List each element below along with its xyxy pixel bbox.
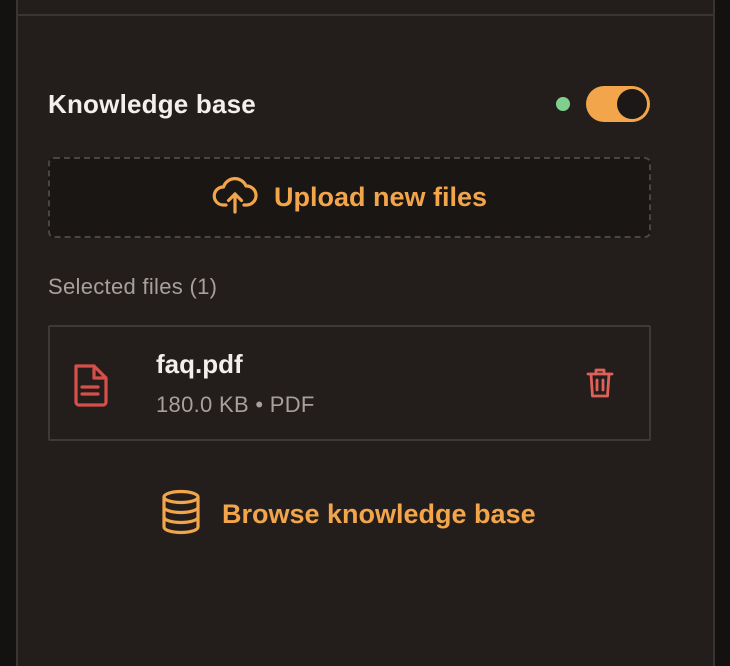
- delete-file-button[interactable]: [584, 367, 616, 404]
- top-divider: [18, 14, 713, 16]
- selected-files-label: Selected files (1): [48, 274, 218, 299]
- file-meta: 180.0 KB • PDF: [156, 392, 315, 417]
- toggle-knob: [617, 89, 647, 119]
- status-dot: [556, 97, 570, 111]
- file-icon: [70, 362, 110, 413]
- file-card: faq.pdf 180.0 KB • PDF: [48, 325, 651, 441]
- upload-files-button[interactable]: Upload new files: [48, 157, 651, 238]
- knowledge-base-title: Knowledge base: [48, 88, 256, 119]
- browse-knowledge-base-label: Browse knowledge base: [222, 498, 536, 529]
- knowledge-base-header: Knowledge base: [48, 86, 650, 122]
- header-controls: [556, 86, 650, 122]
- file-name: faq.pdf: [156, 349, 243, 379]
- upload-files-label: Upload new files: [273, 182, 488, 212]
- trash-icon: [586, 367, 614, 404]
- cloud-upload-icon: [212, 175, 258, 220]
- browse-knowledge-base-button[interactable]: Browse knowledge base: [160, 489, 560, 540]
- knowledge-base-toggle[interactable]: [586, 86, 650, 122]
- database-icon: [160, 489, 202, 540]
